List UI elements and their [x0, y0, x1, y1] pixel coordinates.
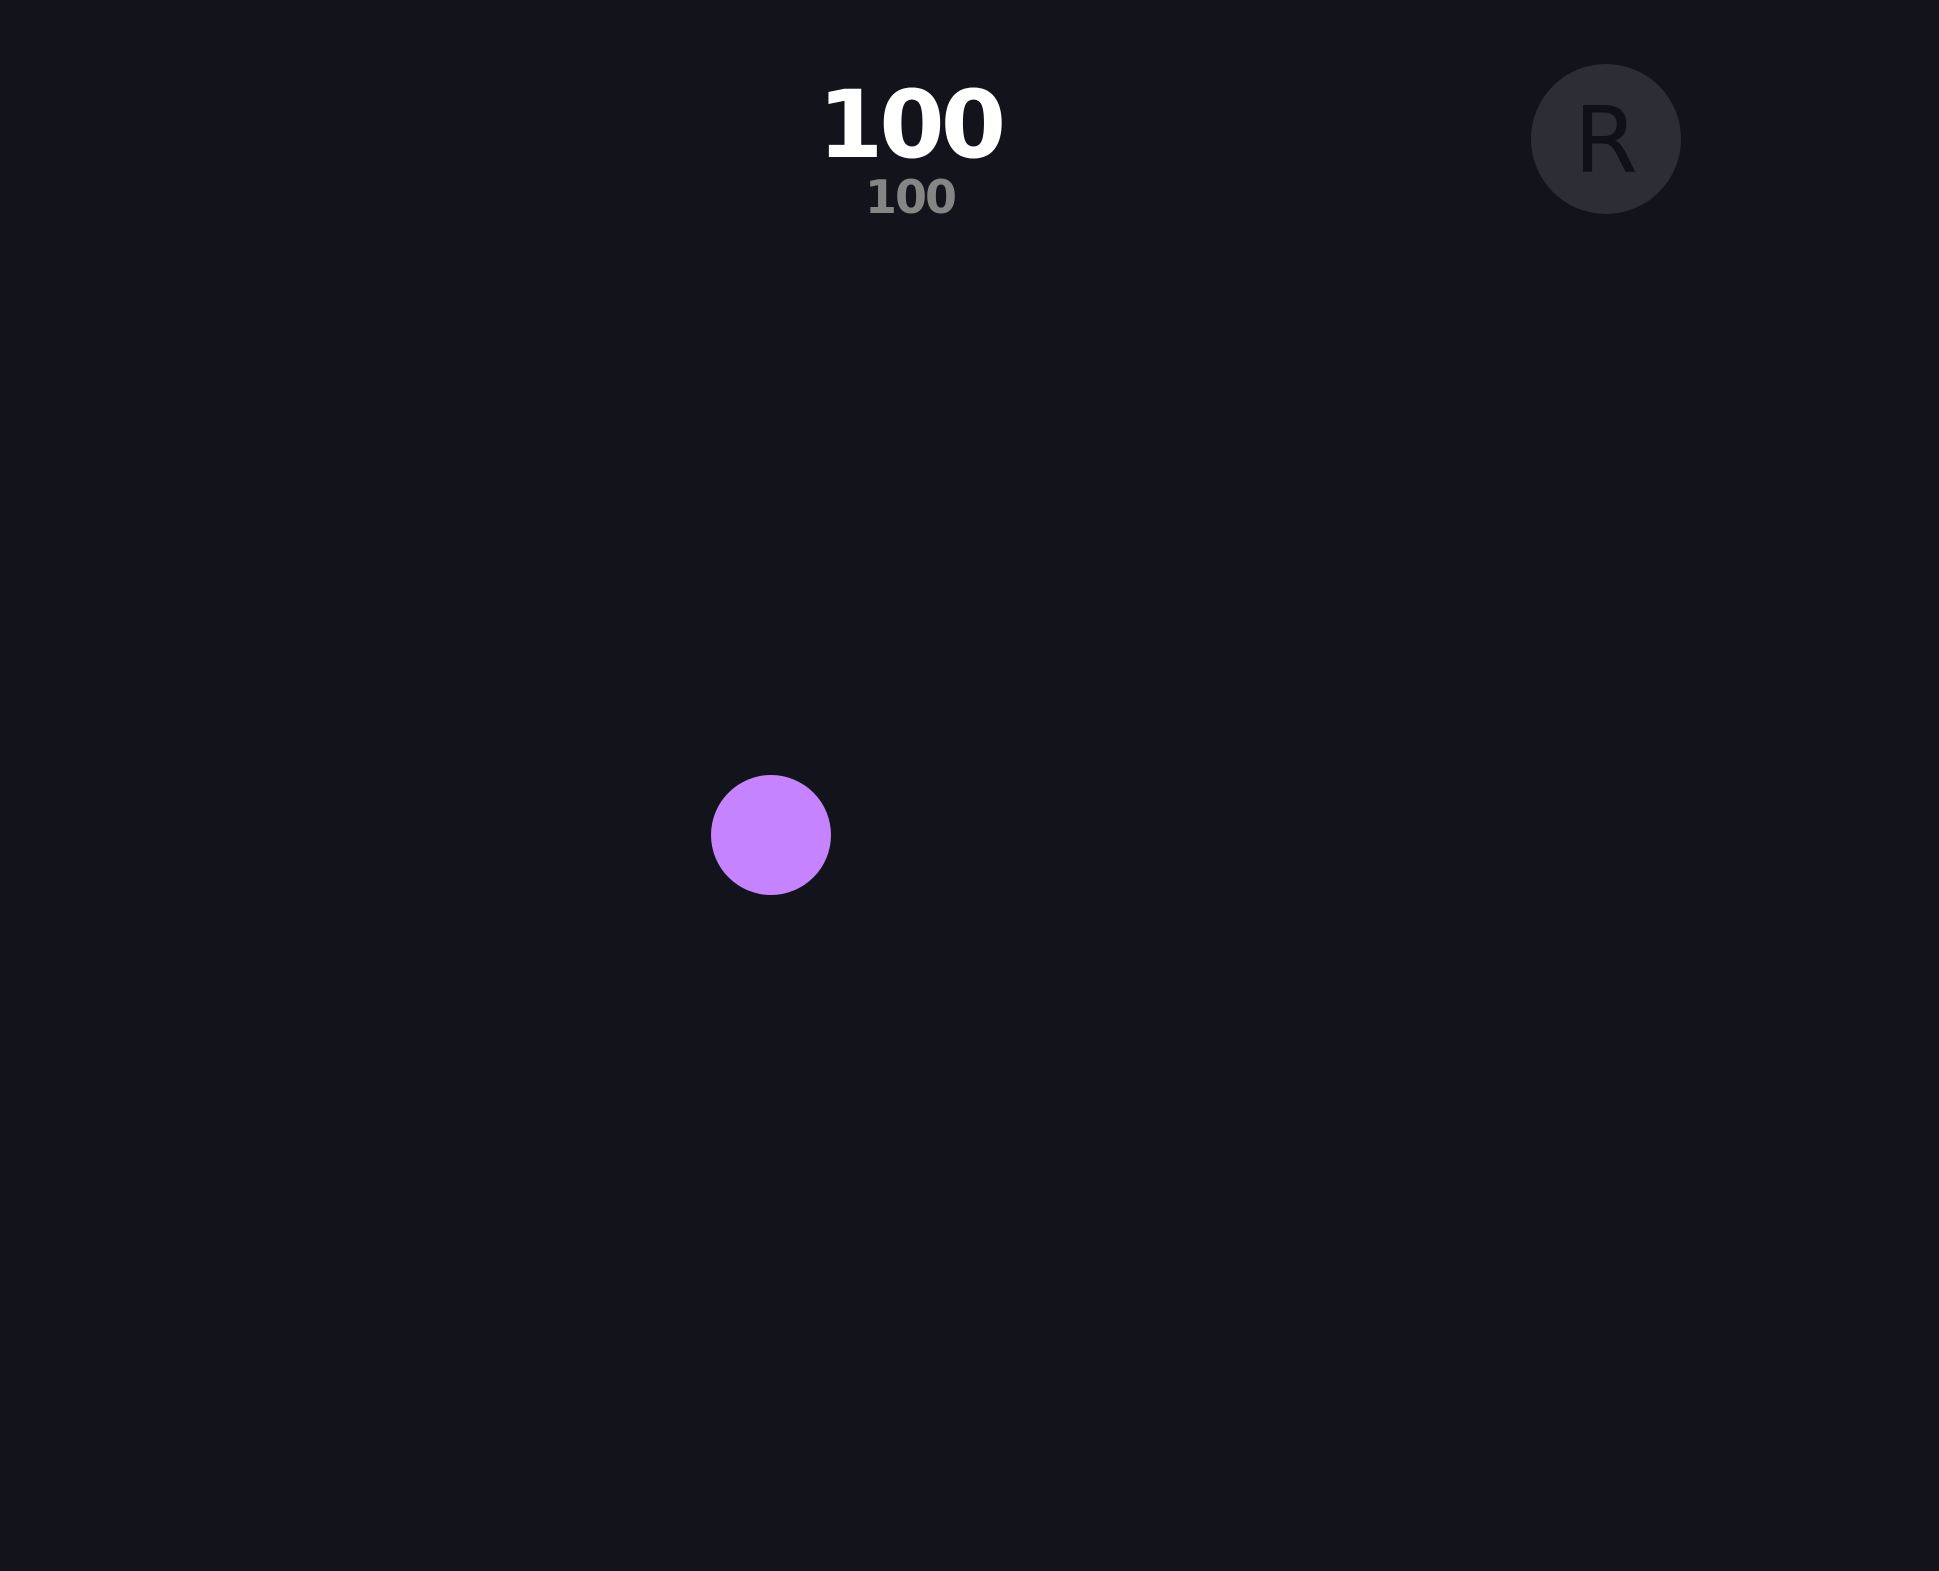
score-value: 100 — [817, 71, 1006, 180]
score-display: 100 100 — [760, 71, 1060, 224]
target-circle[interactable] — [711, 775, 831, 895]
reset-button-label: R — [1574, 87, 1638, 194]
reset-button[interactable]: R — [1531, 64, 1681, 214]
sub-score-value: 100 — [864, 170, 957, 224]
